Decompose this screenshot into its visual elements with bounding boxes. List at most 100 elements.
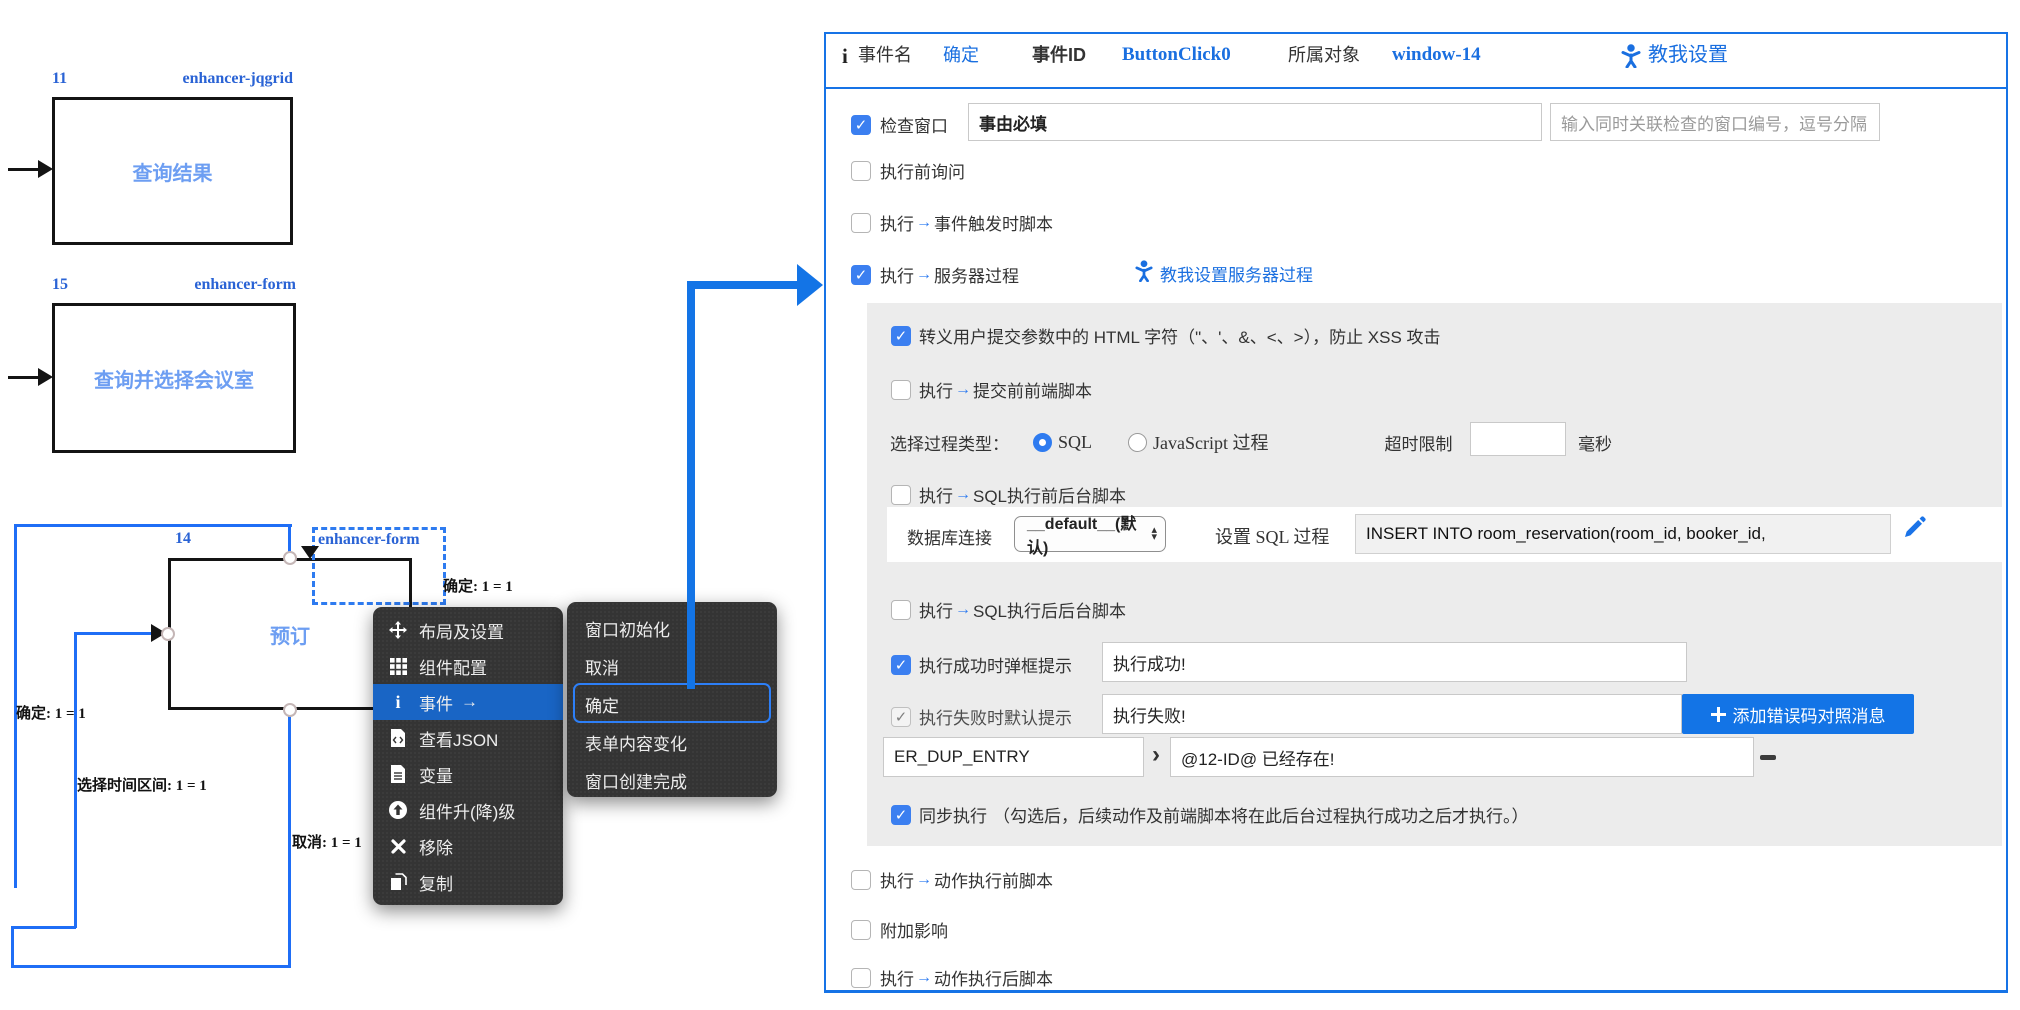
trigger-script-label: 事件触发时脚本: [934, 210, 1053, 235]
success-msg-row: 执行成功时弹框提示: [891, 652, 1072, 677]
sql-statement-input[interactable]: INSERT INTO room_reservation(room_id, bo…: [1355, 514, 1891, 554]
edge-label-ok-top: 确定: 1 = 1: [443, 575, 513, 596]
move-icon: [387, 621, 409, 639]
db-conn-select[interactable]: __default__(默认): [1014, 516, 1166, 552]
menu-item-layout[interactable]: 布局及设置: [373, 612, 563, 648]
server-process-row: 执行 → 服务器过程: [851, 262, 1019, 287]
trigger-script-checkbox[interactable]: [851, 213, 871, 233]
edge-label-cancel: 取消: 1 = 1: [292, 831, 362, 852]
error-message-input[interactable]: @12-ID@ 已经存在!: [1170, 737, 1754, 777]
fail-checkbox[interactable]: [891, 707, 911, 727]
teach-server-label: 教我设置服务器过程: [1160, 261, 1313, 286]
add-error-code-button[interactable]: 添加错误码对照消息: [1682, 694, 1914, 734]
document-icon: [387, 765, 409, 783]
menu-item-view-json[interactable]: 查看JSON: [373, 720, 563, 756]
arrow-right-icon: →: [914, 266, 934, 284]
edge-label-time-range: 选择时间区间: 1 = 1: [77, 774, 207, 795]
submenu-active-outline: [573, 683, 771, 723]
server-process-checkbox[interactable]: [851, 265, 871, 285]
edge-line: [8, 168, 40, 171]
fail-msg-input[interactable]: 执行失败!: [1102, 694, 1682, 734]
menu-item-promote[interactable]: 组件升(降)级: [373, 792, 563, 828]
menu-item-label: 组件配置: [419, 654, 487, 679]
success-msg-input[interactable]: 执行成功!: [1102, 642, 1687, 682]
code-file-icon: [387, 729, 409, 747]
post-action-script-row: 执行 → 动作执行后脚本: [851, 965, 1053, 990]
js-radio[interactable]: [1128, 433, 1147, 452]
owner-value[interactable]: window-14: [1392, 42, 1481, 68]
escape-xss-checkbox[interactable]: [891, 326, 911, 346]
ask-before-checkbox[interactable]: [851, 161, 871, 181]
check-window-checkbox[interactable]: [851, 115, 871, 135]
teach-me-link[interactable]: 教我设置: [1648, 42, 1728, 68]
error-code-input[interactable]: ER_DUP_ENTRY: [883, 737, 1144, 777]
sql-post-checkbox[interactable]: [891, 600, 911, 620]
event-id-value[interactable]: ButtonClick0: [1122, 42, 1231, 68]
menu-item-remove[interactable]: 移除: [373, 828, 563, 864]
side-effect-checkbox[interactable]: [851, 920, 871, 940]
sync-checkbox[interactable]: [891, 805, 911, 825]
copy-icon: [387, 873, 409, 891]
process-type-row: 选择过程类型： SQL JavaScript 过程 超时限制: [890, 429, 1453, 455]
row-prefix: 执行: [880, 867, 914, 892]
submenu-item-window-created[interactable]: 窗口创建完成: [567, 761, 777, 799]
fail-label: 执行失败时默认提示: [919, 704, 1072, 729]
row-prefix: 执行: [919, 377, 953, 402]
connector-handle[interactable]: [161, 627, 175, 641]
flow-node-query-result[interactable]: 查询结果: [52, 97, 293, 245]
arrowhead-icon: [38, 368, 53, 386]
process-type-label: 选择过程类型：: [890, 430, 1009, 455]
submenu-item-form-change[interactable]: 表单内容变化: [567, 723, 777, 761]
sync-row: 同步执行 （勾选后，后续动作及前端脚本将在此后台过程执行成功之后才执行。）: [891, 802, 1529, 827]
sql-pre-checkbox[interactable]: [891, 485, 911, 505]
submenu-item-cancel[interactable]: 取消: [567, 647, 777, 685]
node-id: 14: [175, 530, 191, 548]
sql-pre-script-row: 执行 → SQL执行前后台脚本: [891, 482, 1126, 507]
arrow-right-icon: →: [914, 214, 934, 232]
pre-action-script-row: 执行 → 动作执行前脚本: [851, 867, 1053, 892]
arrow-up-circle-icon: [387, 801, 409, 819]
submenu-item-label: 取消: [585, 654, 619, 679]
submenu-item-window-init[interactable]: 窗口初始化: [567, 609, 777, 647]
person-icon: [1135, 260, 1153, 287]
submenu-arrow: →: [461, 692, 478, 712]
pre-submit-checkbox[interactable]: [891, 380, 911, 400]
flow-node-select-room[interactable]: 查询并选择会议室: [52, 303, 296, 453]
side-effect-row: 附加影响: [851, 917, 948, 942]
related-windows-input[interactable]: 输入同时关联检查的窗口编号，逗号分隔: [1550, 103, 1880, 141]
sql-radio[interactable]: [1033, 433, 1052, 452]
menu-item-component-config[interactable]: 组件配置: [373, 648, 563, 684]
menu-item-events[interactable]: 事件 →: [373, 684, 563, 720]
timeout-input[interactable]: [1470, 422, 1566, 456]
row-prefix: 执行: [880, 210, 914, 235]
trigger-script-row: 执行 → 事件触发时脚本: [851, 210, 1053, 235]
sql-proc-label: 设置 SQL 过程: [1215, 523, 1329, 549]
header-divider: [826, 87, 2006, 89]
post-action-checkbox[interactable]: [851, 968, 871, 988]
teach-server-link[interactable]: 教我设置服务器过程: [1135, 260, 1313, 287]
edge-line: [15, 524, 292, 527]
side-effect-label: 附加影响: [880, 917, 948, 942]
flow-editor-canvas: 11 enhancer-jqgrid 查询结果 15 enhancer-form…: [0, 0, 2020, 1010]
event-name-value[interactable]: 确定: [943, 42, 979, 68]
node-type: enhancer-jqgrid: [182, 70, 293, 88]
edge-line: [288, 712, 291, 968]
remove-mapping-icon[interactable]: [1760, 755, 1776, 760]
event-id-label: 事件ID: [1032, 42, 1086, 68]
pre-action-checkbox[interactable]: [851, 870, 871, 890]
submenu-item-label: 窗口初始化: [585, 616, 670, 641]
event-settings-panel: 事件名 确定 事件ID ButtonClick0 所属对象 window-14 …: [824, 32, 2008, 993]
connector-handle[interactable]: [283, 703, 297, 717]
menu-item-variables[interactable]: 变量: [373, 756, 563, 792]
success-checkbox[interactable]: [891, 655, 911, 675]
menu-item-copy[interactable]: 复制: [373, 864, 563, 900]
connector-handle[interactable]: [283, 551, 297, 565]
edge-line: [8, 376, 40, 379]
arrow-right-icon: →: [953, 486, 973, 504]
plus-icon: [1711, 707, 1726, 722]
check-window-input[interactable]: 事由必填: [968, 103, 1542, 141]
menu-item-label: 事件: [419, 690, 453, 715]
edit-pencil-icon[interactable]: [1902, 516, 1926, 545]
arrow-right-icon: →: [953, 381, 973, 399]
arrowhead-icon: [38, 160, 53, 178]
